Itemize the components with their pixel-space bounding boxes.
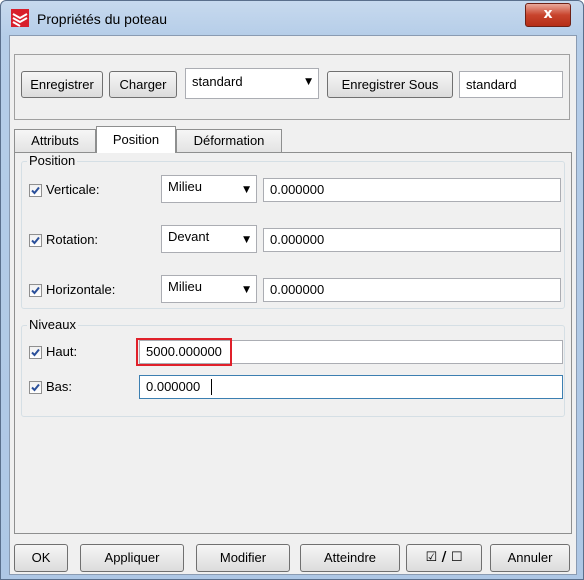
apply-button[interactable]: Appliquer xyxy=(80,544,184,572)
bas-label: Bas: xyxy=(46,379,73,394)
chevron-down-icon: ▼ xyxy=(243,185,250,195)
position-group-title: Position xyxy=(27,153,78,168)
horizontale-option: Milieu xyxy=(168,279,202,294)
haut-label: Haut: xyxy=(46,344,78,359)
rotation-label: Rotation: xyxy=(46,232,99,247)
cancel-button[interactable]: Annuler xyxy=(490,544,570,572)
checkmark-icon xyxy=(31,348,40,357)
haut-highlight-box xyxy=(136,338,232,366)
haut-checkbox[interactable] xyxy=(29,346,42,359)
title-bar[interactable]: Propriétés du poteau x xyxy=(1,1,583,37)
rotation-value-field[interactable]: 0.000000 xyxy=(263,228,561,252)
horizontale-label: Horizontale: xyxy=(46,282,116,297)
rotation-dropdown[interactable]: Devant ▼ xyxy=(161,225,257,253)
bas-value-field[interactable]: 0.000000 xyxy=(139,375,563,399)
verticale-checkbox[interactable] xyxy=(29,184,42,197)
dialog-body: Enregistrer Charger standard ▼ Enregistr… xyxy=(9,35,577,575)
checkmark-icon xyxy=(31,236,40,245)
checkmark-icon xyxy=(31,286,40,295)
horizontale-checkbox[interactable] xyxy=(29,284,42,297)
app-logo-icon xyxy=(11,9,29,27)
tab-position[interactable]: Position xyxy=(96,126,176,153)
save-as-button[interactable]: Enregistrer Sous xyxy=(327,71,453,98)
bas-checkbox[interactable] xyxy=(29,381,42,394)
checkmark-icon xyxy=(31,383,40,392)
horizontale-dropdown[interactable]: Milieu ▼ xyxy=(161,275,257,303)
close-button[interactable]: x xyxy=(525,3,571,27)
levels-group xyxy=(21,325,565,417)
text-caret xyxy=(211,379,212,395)
chevron-down-icon: ▼ xyxy=(243,285,250,295)
properties-dialog: Propriétés du poteau x Enregistrer Charg… xyxy=(0,0,584,580)
settings-toolbar: Enregistrer Charger standard ▼ Enregistr… xyxy=(14,54,570,120)
levels-group-title: Niveaux xyxy=(27,317,78,332)
checkmark-icon xyxy=(31,186,40,195)
rotation-option: Devant xyxy=(168,229,210,244)
chevron-down-icon: ▼ xyxy=(243,235,250,245)
ok-button[interactable]: OK xyxy=(14,544,68,572)
save-as-name-field[interactable]: standard xyxy=(459,71,563,98)
preset-value: standard xyxy=(192,74,243,89)
modify-button[interactable]: Modifier xyxy=(196,544,290,572)
close-icon: x xyxy=(543,6,553,22)
reach-button[interactable]: Atteindre xyxy=(300,544,400,572)
position-tab-panel: Position Verticale: Milieu ▼ 0.000000 Ro… xyxy=(14,152,572,534)
window-title: Propriétés du poteau xyxy=(37,11,167,27)
rotation-checkbox[interactable] xyxy=(29,234,42,247)
horizontale-value-field[interactable]: 0.000000 xyxy=(263,278,561,302)
chevron-down-icon: ▼ xyxy=(305,77,312,87)
load-button[interactable]: Charger xyxy=(109,71,177,98)
verticale-dropdown[interactable]: Milieu ▼ xyxy=(161,175,257,203)
verticale-label: Verticale: xyxy=(46,182,100,197)
tab-attributs[interactable]: Attributs xyxy=(14,129,96,152)
action-buttons: OK Appliquer Modifier Atteindre ☑ / ☐ An… xyxy=(14,544,570,572)
verticale-option: Milieu xyxy=(168,179,202,194)
preset-dropdown[interactable]: standard ▼ xyxy=(185,68,319,99)
toggle-all-checkboxes-button[interactable]: ☑ / ☐ xyxy=(406,544,482,572)
save-button[interactable]: Enregistrer xyxy=(21,71,103,98)
tab-deformation[interactable]: Déformation xyxy=(176,129,282,152)
verticale-value-field[interactable]: 0.000000 xyxy=(263,178,561,202)
